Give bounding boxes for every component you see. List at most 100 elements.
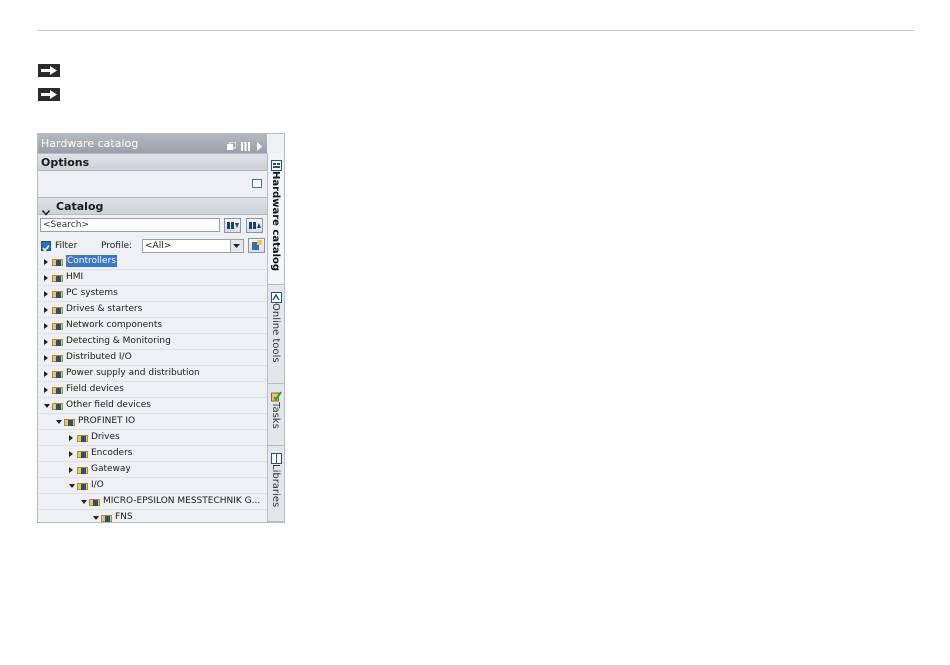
expand-arrow-right-icon[interactable]: [44, 291, 48, 297]
tree-item-label: HMI: [66, 272, 84, 282]
options-label: Options: [41, 156, 90, 169]
tree-item[interactable]: Field devices: [38, 382, 267, 398]
expand-arrow-down-icon[interactable]: [93, 516, 99, 520]
tree-item[interactable]: FNS: [38, 510, 267, 522]
tree-item[interactable]: Distributed I/O: [38, 350, 267, 366]
expand-arrow-right-icon[interactable]: [44, 307, 48, 313]
panel-title: Hardware catalog: [41, 137, 139, 150]
tree-item[interactable]: MICRO-EPSILON MESSTECHNIK G...: [38, 494, 267, 510]
float-panel-icon[interactable]: [227, 138, 237, 150]
tree-item[interactable]: Encoders: [38, 446, 267, 462]
split-panel-icon[interactable]: [241, 138, 250, 151]
tree-item-label: MICRO-EPSILON MESSTECHNIK G...: [103, 496, 261, 506]
folder-icon: [77, 449, 88, 458]
profile-value: <All>: [145, 241, 172, 251]
tree-item-label: Other field devices: [66, 400, 151, 410]
folder-icon: [52, 289, 63, 298]
catalog-tree: Controllers HMI PC systems Drives & starter…: [38, 254, 267, 522]
tree-item-label: Drives & starters: [66, 304, 143, 314]
folder-icon: [52, 321, 63, 330]
folder-icon: [101, 513, 112, 522]
tree-item-label: Encoders: [91, 448, 133, 458]
tree-item[interactable]: Gateway: [38, 462, 267, 478]
expand-arrow-right-icon[interactable]: [44, 387, 48, 393]
expand-arrow-right-icon[interactable]: [44, 355, 48, 361]
expand-arrow-down-icon[interactable]: [44, 404, 50, 408]
catalog-icon: [271, 156, 282, 171]
tree-item-label: FNS: [115, 512, 133, 522]
tree-item[interactable]: Other field devices: [38, 398, 267, 414]
folder-icon: [77, 465, 88, 474]
folder-icon: [52, 401, 63, 410]
tree-item[interactable]: Controllers: [38, 254, 267, 270]
expand-arrow-right-icon[interactable]: [44, 259, 48, 265]
catalog-label: Catalog: [56, 200, 104, 213]
folder-icon: [52, 273, 63, 282]
search-input[interactable]: <Search>: [40, 218, 220, 232]
folder-icon: [52, 337, 63, 346]
tree-item[interactable]: PROFINET IO: [38, 414, 267, 430]
expand-arrow-down-icon[interactable]: [81, 500, 87, 504]
tree-item[interactable]: Drives: [38, 430, 267, 446]
tree-item-label: Distributed I/O: [66, 352, 132, 362]
tasks-icon: [271, 387, 282, 402]
top-divider: [37, 30, 914, 31]
side-tab-label: Libraries: [270, 464, 281, 508]
expand-arrow-right-icon[interactable]: [44, 323, 48, 329]
tree-item[interactable]: Power supply and distribution: [38, 366, 267, 382]
side-tab[interactable]: Libraries: [268, 446, 284, 522]
profile-settings-icon[interactable]: [248, 238, 265, 253]
side-tab[interactable]: Tasks: [268, 384, 284, 446]
side-tab-label: Online tools: [270, 303, 281, 363]
tree-item[interactable]: HMI: [38, 270, 267, 286]
folder-icon: [52, 369, 63, 378]
options-toggle-icon[interactable]: [252, 179, 262, 188]
side-tab[interactable]: Hardware catalog: [268, 153, 284, 285]
tree-item-label: Power supply and distribution: [66, 368, 200, 378]
collapse-panel-icon[interactable]: [255, 138, 264, 151]
tree-item[interactable]: PC systems: [38, 286, 267, 302]
expand-arrow-right-icon[interactable]: [69, 451, 73, 457]
tree-item-label: Field devices: [66, 384, 124, 394]
search-up-icon[interactable]: [246, 218, 263, 233]
libraries-icon: [271, 449, 282, 464]
arrow-right-icon: [38, 64, 60, 77]
expand-arrow-right-icon[interactable]: [69, 467, 73, 473]
tree-item[interactable]: Detecting & Monitoring: [38, 334, 267, 350]
side-tab[interactable]: Online tools: [268, 285, 284, 384]
catalog-section-header[interactable]: Catalog: [38, 197, 267, 216]
side-tab-strip: Hardware catalog Online tools Tasks Librari…: [267, 153, 284, 522]
tree-item[interactable]: Drives & starters: [38, 302, 267, 318]
side-tab-label: Tasks: [270, 402, 281, 429]
expand-arrow-right-icon[interactable]: [44, 371, 48, 377]
profile-select[interactable]: <All>: [142, 239, 244, 253]
expand-arrow-right-icon[interactable]: [69, 435, 73, 441]
expand-arrow-right-icon[interactable]: [44, 275, 48, 281]
tree-item-label: Network components: [66, 320, 163, 330]
tree-item-label: Controllers: [66, 255, 117, 267]
tree-item-label: I/O: [91, 480, 104, 490]
folder-icon: [52, 257, 63, 266]
tree-item-label: PC systems: [66, 288, 118, 298]
tree-item[interactable]: I/O: [38, 478, 267, 494]
panel-title-bar: Hardware catalog: [38, 134, 267, 153]
expand-arrow-down-icon[interactable]: [56, 420, 62, 424]
folder-icon: [52, 353, 63, 362]
expand-arrow-down-icon[interactable]: [69, 484, 75, 488]
filter-checkbox[interactable]: [41, 241, 51, 252]
folder-icon: [77, 433, 88, 442]
folder-icon: [64, 417, 75, 426]
tree-item-label: Gateway: [91, 464, 131, 474]
tree-item-label: Detecting & Monitoring: [66, 336, 171, 346]
hardware-catalog-panel: Hardware catalog Options Catalog <Search…: [37, 133, 285, 523]
tree-item[interactable]: Network components: [38, 318, 267, 334]
options-body: [38, 172, 267, 198]
folder-icon: [52, 385, 63, 394]
chevron-down-icon[interactable]: [230, 240, 243, 252]
filter-label: Filter: [55, 241, 78, 251]
tree-item-label: PROFINET IO: [78, 416, 136, 426]
options-section-header[interactable]: Options: [38, 153, 267, 171]
search-down-icon[interactable]: [224, 218, 241, 233]
expand-arrow-right-icon[interactable]: [44, 339, 48, 345]
folder-icon: [77, 481, 88, 490]
